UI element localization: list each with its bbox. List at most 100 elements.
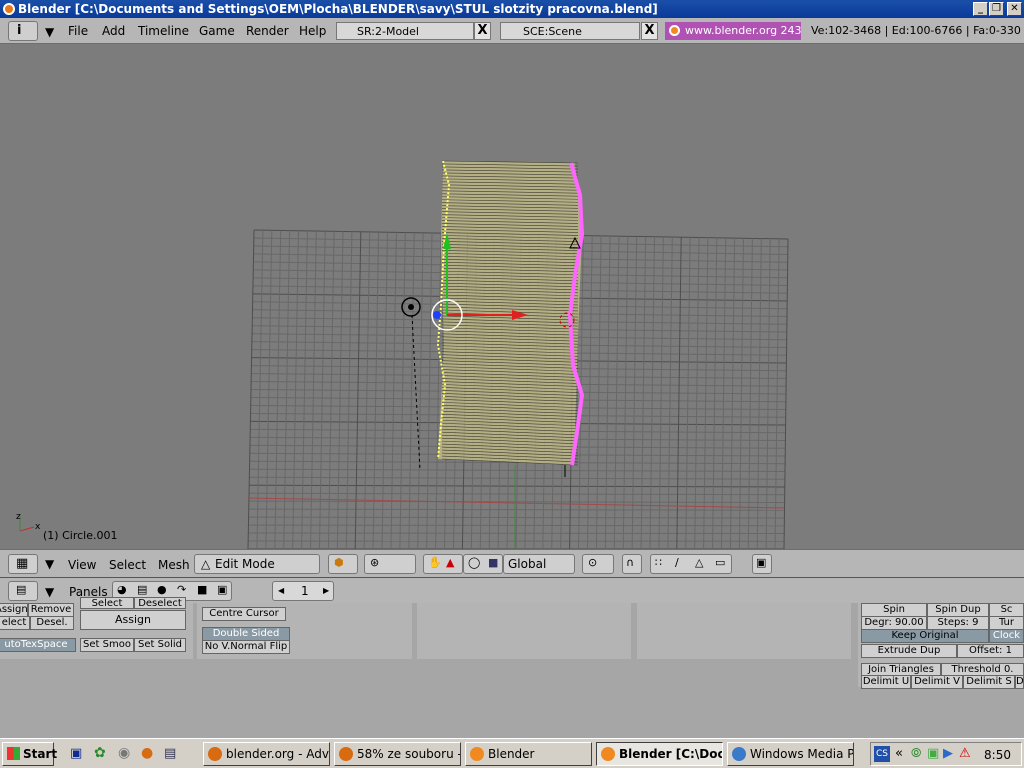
collapse-menu-icon[interactable]: ▼: [45, 25, 54, 39]
deselect-vgroup-button[interactable]: Desel.: [30, 616, 74, 630]
menu-add[interactable]: Add: [102, 24, 125, 38]
orientation-selector[interactable]: Global: [503, 554, 575, 574]
set-solid-button[interactable]: Set Solid: [134, 638, 186, 652]
frame-decrement-icon[interactable]: ◀: [278, 586, 284, 595]
steps-field[interactable]: Steps: 9: [927, 616, 989, 630]
info-editor-type-button[interactable]: i: [8, 21, 38, 41]
media-icon[interactable]: ◉: [118, 745, 130, 761]
set-smooth-button[interactable]: Set Smoo: [80, 638, 134, 652]
alert-icon[interactable]: ⚠: [959, 746, 971, 761]
screw-button[interactable]: Sc: [989, 603, 1024, 617]
menu-view[interactable]: View: [68, 558, 96, 572]
spin-button[interactable]: Spin: [861, 603, 927, 617]
delete-screen-button[interactable]: X: [474, 22, 491, 40]
network-icon[interactable]: ⦾: [911, 746, 921, 761]
menu-timeline[interactable]: Timeline: [138, 24, 189, 38]
firefox-quicklaunch-icon[interactable]: ●: [141, 745, 153, 761]
select-material-button[interactable]: Select: [80, 597, 134, 609]
manipulator-z-axis[interactable]: [433, 311, 441, 319]
centre-cursor-button[interactable]: Centre Cursor: [202, 607, 286, 621]
frame-increment-icon[interactable]: ▶: [323, 586, 329, 595]
screen-selector[interactable]: SR:2-Model: [336, 22, 474, 40]
collapse-buttons-icon[interactable]: ▼: [45, 585, 54, 599]
tray-expand-icon[interactable]: «: [895, 746, 903, 761]
scene-icon[interactable]: ▣: [217, 583, 227, 596]
task-firefox-blender-org[interactable]: blender.org - Adv...: [203, 742, 330, 766]
blender-org-link[interactable]: www.blender.org 243: [665, 22, 801, 40]
save-icon[interactable]: ▣: [70, 746, 82, 761]
3d-viewport[interactable]: x z (1) Circle.001: [0, 45, 1024, 549]
buttons-editor-type-button[interactable]: ▤: [8, 581, 38, 601]
assign-vgroup-button[interactable]: Assign: [0, 603, 28, 617]
antivirus-icon[interactable]: ▣: [927, 746, 939, 761]
degrees-field[interactable]: Degr: 90.00: [861, 616, 927, 630]
deselect-material-button[interactable]: Deselect: [134, 597, 186, 609]
menu-help[interactable]: Help: [299, 24, 326, 38]
edge-select-icon[interactable]: ∕: [675, 556, 679, 569]
delimit-d-toggle[interactable]: D: [1015, 675, 1024, 689]
task-windows-media-player[interactable]: Windows Media Pl...: [727, 742, 854, 766]
keep-original-toggle[interactable]: Keep Original: [861, 629, 989, 643]
face-select-icon[interactable]: △: [695, 556, 703, 569]
occlude-icon[interactable]: ▭: [715, 556, 725, 569]
buttons-area: Assign Remove elect Desel. Select Desele…: [0, 597, 1024, 738]
extrude-dup-button[interactable]: Extrude Dup: [861, 644, 957, 658]
logic-icon[interactable]: ◕: [117, 583, 127, 596]
offset-field[interactable]: Offset: 1: [957, 644, 1024, 658]
menu-file[interactable]: File: [68, 24, 88, 38]
object-icon[interactable]: ↷: [177, 583, 186, 596]
menu-render[interactable]: Render: [246, 24, 289, 38]
pivot-button[interactable]: ⊛: [364, 554, 416, 574]
assign-material-button[interactable]: Assign: [80, 610, 186, 630]
desktop-icon[interactable]: ▤: [164, 746, 176, 761]
turns-field[interactable]: Tur: [989, 616, 1024, 630]
delete-scene-button[interactable]: X: [641, 22, 658, 40]
pivot-icon: ⊛: [370, 556, 380, 569]
start-button[interactable]: Start: [2, 742, 57, 766]
mode-selector[interactable]: △ Edit Mode: [194, 554, 320, 574]
remove-vgroup-button[interactable]: Remove: [28, 603, 74, 617]
minimize-button[interactable]: _: [973, 2, 988, 16]
snap-button[interactable]: ∩: [622, 554, 642, 574]
menu-select[interactable]: Select: [109, 558, 146, 572]
select-mode-buttons[interactable]: ∷ ∕ △ ▭: [650, 554, 732, 574]
draw-type-button[interactable]: ⬢: [328, 554, 358, 574]
rotate-scale-toggle[interactable]: ◯ ■: [463, 554, 503, 574]
windows-taskbar: Start ▣ ✿ ◉ ● ▤ blender.org - Adv... 58%…: [0, 738, 1024, 768]
scene-selector[interactable]: SCE:Scene: [500, 22, 640, 40]
delimit-v-toggle[interactable]: Delimit V: [911, 675, 963, 689]
no-vnormal-flip-toggle[interactable]: No V.Normal Flip: [202, 640, 290, 654]
shading-icon[interactable]: ●: [157, 583, 167, 596]
autotexspace-toggle[interactable]: utoTexSpace: [0, 638, 76, 652]
language-indicator[interactable]: CS: [874, 746, 890, 762]
close-button[interactable]: ✕: [1007, 2, 1022, 16]
task-blender-file[interactable]: Blender [C:\Doc...: [596, 742, 723, 766]
task-blender[interactable]: Blender: [465, 742, 592, 766]
maximize-button[interactable]: ❐: [989, 2, 1004, 16]
vertex-select-icon[interactable]: ∷: [655, 556, 662, 569]
mesh-surface[interactable]: [438, 161, 582, 465]
double-sided-toggle[interactable]: Double Sided: [202, 627, 290, 641]
editor-type-button[interactable]: ▦: [8, 554, 38, 574]
grid-icon: ▦: [16, 556, 29, 571]
menu-mesh[interactable]: Mesh: [158, 558, 190, 572]
delimit-u-toggle[interactable]: Delimit U: [861, 675, 911, 689]
editing-icon[interactable]: ■: [197, 583, 207, 596]
spin-dup-button[interactable]: Spin Dup: [927, 603, 989, 617]
frame-number-field[interactable]: ◀ 1 ▶: [272, 581, 334, 601]
manipulator-toggle[interactable]: ✋ ▲: [423, 554, 463, 574]
select-vgroup-button[interactable]: elect: [0, 616, 30, 630]
delimit-s-toggle[interactable]: Delimit S: [963, 675, 1015, 689]
viewport-canvas[interactable]: x z: [0, 45, 1024, 549]
render-button[interactable]: ▣: [752, 554, 772, 574]
rotate-icon: ◯: [468, 556, 481, 569]
clockwise-toggle[interactable]: Clock: [989, 629, 1024, 643]
script-icon[interactable]: ▤: [137, 583, 147, 596]
volume-icon[interactable]: ▶: [943, 746, 953, 761]
menu-game[interactable]: Game: [199, 24, 235, 38]
task-firefox-download[interactable]: 58% ze souboru -...: [334, 742, 461, 766]
flower-icon[interactable]: ✿: [94, 745, 106, 761]
proportional-edit-button[interactable]: ⊙: [582, 554, 614, 574]
collapse-header-icon[interactable]: ▼: [45, 557, 54, 571]
empty-panel-1: [417, 603, 631, 659]
